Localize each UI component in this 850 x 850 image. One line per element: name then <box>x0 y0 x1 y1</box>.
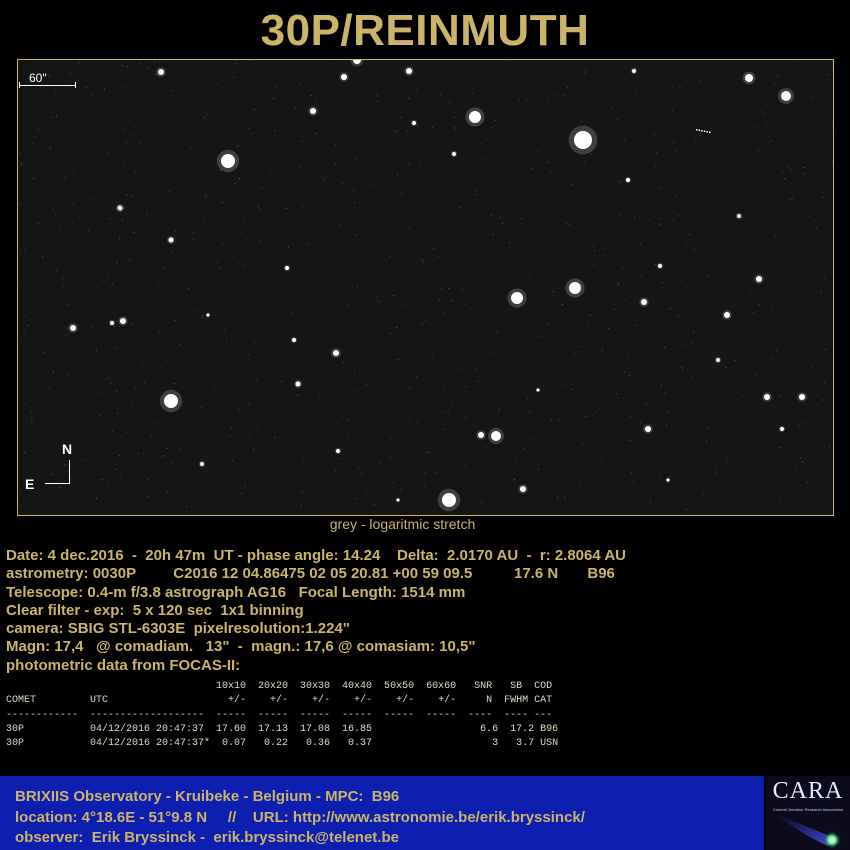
star <box>658 264 662 268</box>
comet-streak <box>701 130 703 132</box>
photometry-separator: ------------ ------------------- ----- -… <box>6 709 553 721</box>
photometry-row: 30P 04/12/2016 20:47:37 17.60 17.13 17.0… <box>6 723 559 735</box>
comet-streak <box>703 130 706 132</box>
star <box>574 131 592 149</box>
star <box>396 498 400 502</box>
star <box>341 74 347 80</box>
star <box>168 237 174 243</box>
info-line-filter: Clear filter - exp: 5 x 120 sec 1x1 binn… <box>6 601 304 619</box>
comet-image <box>17 59 834 516</box>
star <box>520 486 526 492</box>
star <box>285 266 289 270</box>
comet-streak <box>709 131 711 133</box>
scale-bar <box>19 85 75 86</box>
star <box>206 313 210 317</box>
star <box>412 121 416 125</box>
info-line-telescope: Telescope: 0.4-m f/3.8 astrograph AG16 F… <box>6 583 466 601</box>
comet-streak <box>698 129 701 131</box>
info-line-date: Date: 4 dec.2016 - 20h 47m UT - phase an… <box>6 547 626 564</box>
star <box>745 74 753 82</box>
star <box>452 152 456 156</box>
star <box>310 108 316 114</box>
star <box>70 325 76 331</box>
star <box>221 154 235 168</box>
star <box>780 427 784 431</box>
star <box>158 69 164 75</box>
star <box>442 493 456 507</box>
star <box>666 478 670 482</box>
star <box>200 462 204 466</box>
comet-streak <box>706 131 708 133</box>
comet-logo-icon <box>776 814 841 849</box>
star <box>511 292 523 304</box>
footer-observer: observer: Erik Bryssinck - erik.bryssinc… <box>15 829 399 846</box>
scale-tick-left <box>19 82 20 88</box>
photometry-header-1: 10x10 20x20 30x30 40x40 50x50 60x60 SNR … <box>6 681 553 692</box>
image-caption: grey - logaritmic stretch <box>329 516 476 532</box>
info-line-camera: camera: SBIG STL-6303E pixelresolution:1… <box>6 620 350 638</box>
star <box>491 431 501 441</box>
star <box>333 350 339 356</box>
star <box>632 69 636 73</box>
compass-east-arrow <box>45 483 70 484</box>
star <box>737 214 741 218</box>
page-title: 30P/REINMUTH <box>260 6 590 55</box>
star-field <box>18 60 833 515</box>
star <box>536 388 540 392</box>
observatory-footer: BRIXIIS Observatory - Kruibeke - Belgium… <box>0 776 764 850</box>
star <box>478 432 484 438</box>
footer-observatory: BRIXIIS Observatory - Kruibeke - Belgium… <box>15 788 400 805</box>
star <box>716 358 720 362</box>
compass-east-label: E <box>25 476 35 492</box>
compass-north-label: N <box>62 441 73 457</box>
cara-logo: CARA Comets' Amateur Research Associatio… <box>766 776 850 850</box>
star <box>641 299 647 305</box>
star <box>336 449 340 453</box>
star <box>645 426 651 432</box>
footer-location-url: location: 4°18.6E - 51°9.8 N // URL: htt… <box>15 809 585 826</box>
compass-north-arrow <box>69 460 70 483</box>
star <box>764 394 770 400</box>
star <box>292 338 296 342</box>
info-line-photometry-heading: photometric data from FOCAS-II: <box>6 656 241 674</box>
photometry-header-2: COMET UTC +/- +/- +/- +/- +/- +/- N FWHM… <box>6 695 553 707</box>
star <box>626 178 630 182</box>
star <box>295 381 301 387</box>
star <box>569 282 581 294</box>
star <box>117 205 123 211</box>
star <box>756 276 762 282</box>
star <box>120 318 126 324</box>
star <box>110 321 114 325</box>
info-line-magnitude: Magn: 17,4 @ comadiam. 13" - magn.: 17,6… <box>6 638 476 656</box>
comet-streak <box>696 129 698 131</box>
star <box>724 312 730 318</box>
scale-tick-right <box>75 82 76 88</box>
star <box>799 394 805 400</box>
observation-info: Date: 4 dec.2016 - 20h 47m UT - phase an… <box>6 547 626 675</box>
star <box>164 394 178 408</box>
star <box>781 91 791 101</box>
star <box>406 68 412 74</box>
info-line-astrometry: astrometry: 0030P C2016 12 04.86475 02 0… <box>6 565 615 583</box>
scale-label: 60" <box>29 71 47 85</box>
photometry-table: 10x10 20x20 30x30 40x40 50x50 60x60 SNR … <box>6 680 558 751</box>
star <box>469 111 481 123</box>
photometry-row: 30P 04/12/2016 20:47:37* 0.07 0.22 0.36 … <box>6 738 559 750</box>
